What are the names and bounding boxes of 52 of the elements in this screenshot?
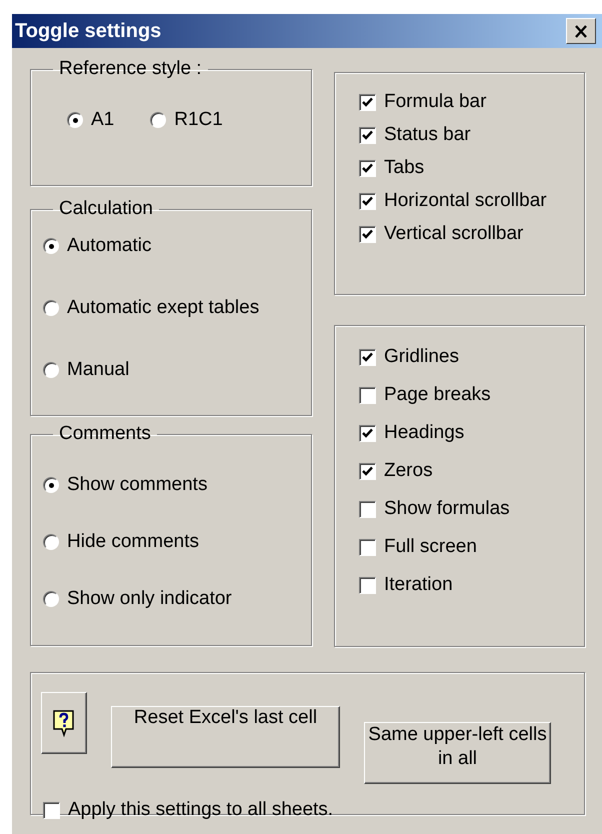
- action-button[interactable]: Reset Excel's last cell: [111, 706, 340, 768]
- checkbox[interactable]: [359, 192, 376, 210]
- checkbox-label: Formula bar: [384, 91, 486, 113]
- radio-button[interactable]: [43, 591, 59, 607]
- checkbox-label: Status bar: [384, 124, 471, 146]
- checkbox-label: Headings: [384, 422, 464, 444]
- option-label: Show only indicator: [67, 587, 232, 611]
- group-label: Calculation: [58, 198, 154, 220]
- checkbox-label: Zeros: [384, 460, 433, 482]
- help-icon: [51, 708, 77, 738]
- option-label: Manual: [67, 358, 130, 382]
- radio-button[interactable]: [67, 112, 83, 128]
- checkbox[interactable]: [359, 348, 376, 366]
- checkbox[interactable]: [359, 424, 376, 442]
- checkbox[interactable]: [359, 576, 376, 594]
- checkbox-label: Page breaks: [384, 384, 491, 406]
- close-button[interactable]: [566, 18, 596, 44]
- help-button[interactable]: [41, 692, 87, 754]
- option-label: Show comments: [67, 473, 208, 497]
- option-label: R1C1: [174, 108, 223, 132]
- checkbox[interactable]: [43, 802, 60, 818]
- checkbox[interactable]: [359, 386, 376, 404]
- radio-button[interactable]: [43, 477, 59, 493]
- group-label: Comments: [58, 423, 152, 445]
- checkbox-label: Gridlines: [384, 346, 459, 368]
- checkbox[interactable]: [359, 160, 376, 176]
- radio-button[interactable]: [150, 112, 166, 128]
- radio-button[interactable]: [43, 534, 59, 550]
- close-icon: [574, 24, 588, 38]
- checkbox-label: Show formulas: [384, 498, 510, 520]
- checkbox-label: Iteration: [384, 574, 453, 596]
- radio-button[interactable]: [43, 238, 59, 254]
- action-button[interactable]: Same upper-left cells in all: [364, 722, 551, 784]
- checkbox-label: Apply this settings to all sheets.: [68, 798, 334, 822]
- checkbox[interactable]: [359, 94, 376, 110]
- group-label: Reference style :: [58, 58, 203, 80]
- checkbox-label: Vertical scrollbar: [384, 223, 524, 245]
- checkbox[interactable]: [359, 226, 376, 242]
- radio-button[interactable]: [43, 362, 59, 378]
- window-title: Toggle settings: [15, 20, 162, 42]
- option-label: Automatic exept tables: [67, 296, 260, 320]
- checkbox[interactable]: [359, 500, 376, 518]
- checkbox-label: Full screen: [384, 536, 477, 558]
- checkbox-label: Tabs: [384, 157, 424, 179]
- option-label: Hide comments: [67, 530, 199, 554]
- checkbox[interactable]: [359, 538, 376, 556]
- checkbox[interactable]: [359, 462, 376, 480]
- radio-button[interactable]: [43, 300, 59, 316]
- checkbox-label: Horizontal scrollbar: [384, 190, 547, 212]
- option-label: Automatic: [67, 234, 152, 258]
- checkbox[interactable]: [359, 126, 376, 144]
- option-label: A1: [91, 108, 114, 132]
